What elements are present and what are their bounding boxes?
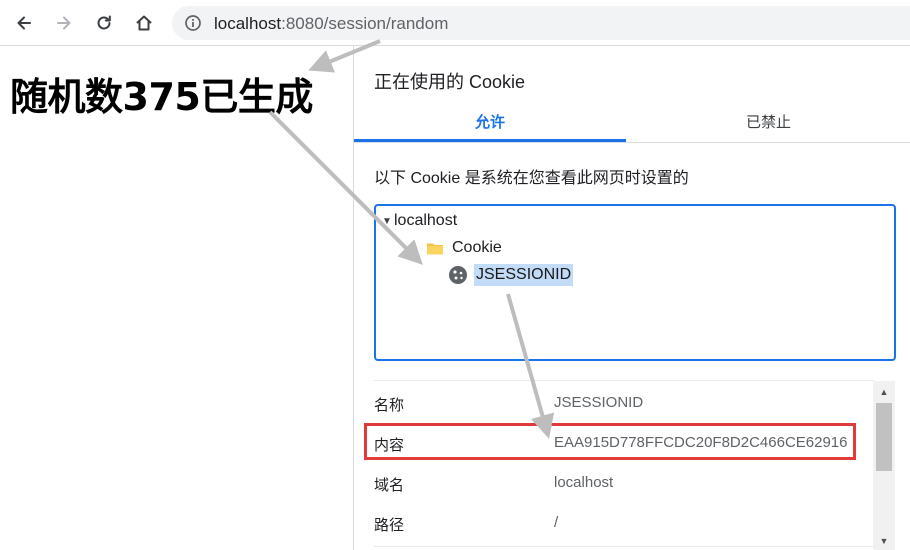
tree-node-site[interactable]: ▼ localhost [382,209,457,233]
url-path: :8080/session/random [281,14,449,33]
info-icon[interactable] [184,14,202,32]
forward-button[interactable] [48,7,80,39]
cookie-description: 以下 Cookie 是系统在您查看此网页时设置的 [374,170,689,187]
back-button[interactable] [8,7,40,39]
detail-label-name: 名称 [374,397,405,414]
content-highlight-box [364,423,856,460]
detail-value-name: JSESSIONID [554,394,644,411]
scroll-up-icon[interactable]: ▲ [873,383,895,401]
tab-allowed[interactable]: 允许 [354,112,626,142]
browser-toolbar: localhost:8080/session/random [0,0,910,46]
expand-triangle-icon[interactable]: ▼ [382,216,394,227]
url-host: localhost [214,14,282,33]
page-title: 随机数375已生成 [10,75,313,119]
details-separator [374,380,874,381]
detail-value-domain: localhost [554,474,614,491]
forward-arrow-icon [57,16,71,30]
url-text: localhost:8080/session/random [214,14,448,33]
cookie-dialog: 正在使用的 Cookie 允许 已禁止 以下 Cookie 是系统在您查看此网页… [353,46,910,550]
cookie-tree[interactable]: ▼ localhost ▼ Cookie JSESSIONID [374,204,896,361]
scroll-thumb[interactable] [876,403,892,471]
tab-blocked[interactable]: 已禁止 [626,112,910,142]
tree-folder-label: Cookie [452,239,502,256]
detail-label-path: 路径 [374,517,405,534]
reload-icon [97,15,111,30]
tree-node-folder[interactable]: ▼ Cookie [408,236,502,260]
tree-node-cookie[interactable]: JSESSIONID [448,263,574,287]
reload-button[interactable] [88,7,120,39]
detail-value-path: / [554,514,559,531]
expand-triangle-icon[interactable]: ▼ [408,243,420,254]
details-scrollbar[interactable]: ▲ ▼ [873,381,895,550]
back-arrow-icon [17,16,31,30]
dialog-title: 正在使用的 Cookie [374,72,526,92]
details-bottom-rule [374,546,874,547]
address-bar[interactable]: localhost:8080/session/random [172,6,910,40]
folder-icon [427,243,443,255]
home-icon [136,15,152,31]
cookie-icon [449,266,467,284]
tab-divider [354,142,910,143]
tree-cookie-label: JSESSIONID [474,264,574,286]
detail-label-domain: 域名 [374,477,405,494]
tree-site-label: localhost [394,212,458,229]
scroll-down-icon[interactable]: ▼ [873,532,895,550]
home-button[interactable] [128,7,160,39]
